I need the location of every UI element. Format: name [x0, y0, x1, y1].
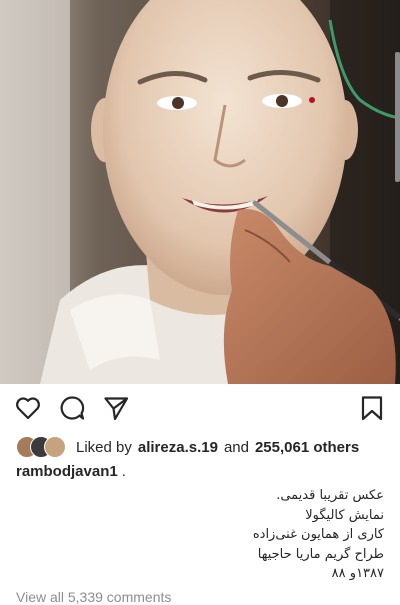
scroll-indicator[interactable] [395, 52, 400, 182]
likes-count[interactable]: 255,061 others [255, 439, 359, 456]
likes-and: and [223, 438, 249, 456]
caption-author: rambodjavan1. [16, 463, 126, 480]
view-comments-link[interactable]: View all 5,339 comments [16, 589, 171, 605]
post-caption: عکس تقریبا قدیمی. نمایش کالیگولا کاری از… [84, 486, 384, 584]
save-button[interactable] [358, 394, 386, 422]
like-button[interactable] [14, 394, 42, 422]
bookmark-icon [361, 396, 383, 421]
caption-line: عکس تقریبا قدیمی. [276, 488, 384, 503]
share-button[interactable] [102, 394, 130, 422]
likes-row[interactable]: Liked by alireza.s.19 and 255,061 others [16, 436, 359, 458]
post-photo[interactable] [0, 0, 400, 384]
caption-line: طراح گریم ماریا حاجیها [257, 546, 384, 562]
comment-icon [60, 396, 85, 420]
action-bar [0, 384, 400, 432]
liker-username[interactable]: alireza.s.19 [138, 439, 218, 456]
caption-line: نمایش کالیگولا [305, 507, 384, 523]
send-icon [104, 397, 129, 421]
caption-line: ۱۳۸۷و ۸۸ [331, 566, 384, 581]
avatar [44, 436, 66, 458]
comment-button[interactable] [58, 394, 86, 422]
heart-icon [16, 397, 40, 420]
likes-prefix: Liked by [76, 438, 132, 456]
username-suffix: . [121, 463, 126, 480]
post-image [0, 0, 400, 384]
caption-line: کاری از همایون غنی‌زاده [252, 527, 384, 542]
post-username[interactable]: rambodjavan1 [16, 463, 118, 480]
liker-avatars[interactable] [16, 436, 70, 458]
